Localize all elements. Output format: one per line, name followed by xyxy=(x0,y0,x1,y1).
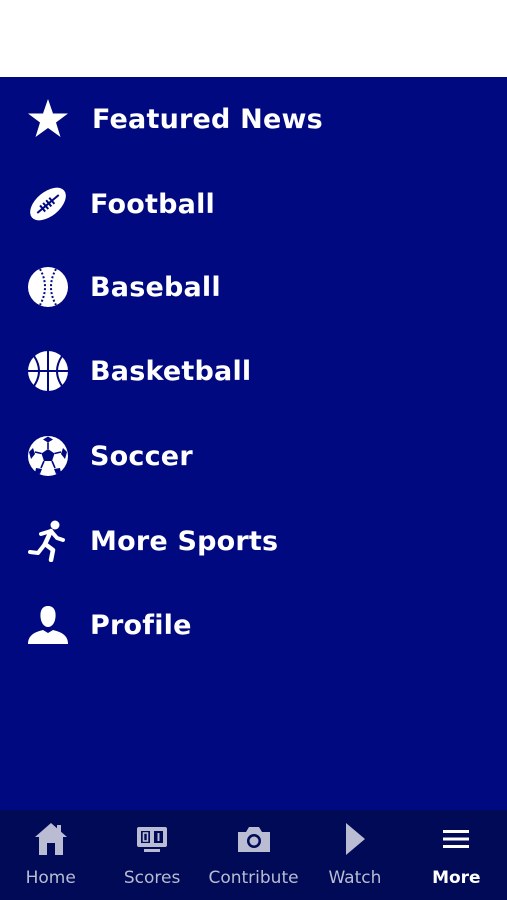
tab-contribute[interactable]: Contribute xyxy=(203,810,304,900)
menu-item-label: Soccer xyxy=(90,440,193,472)
tab-label: Scores xyxy=(123,868,181,888)
hamburger-icon xyxy=(438,822,474,856)
football-icon xyxy=(27,183,69,225)
menu-item-basketball[interactable]: Basketball xyxy=(0,336,507,406)
menu-item-baseball[interactable]: Baseball xyxy=(0,252,507,322)
scoreboard-icon xyxy=(134,822,170,856)
person-icon xyxy=(27,604,69,646)
soccer-ball-icon xyxy=(27,435,69,477)
menu-item-soccer[interactable]: Soccer xyxy=(0,421,507,491)
tab-home[interactable]: Home xyxy=(0,810,101,900)
menu-item-label: Football xyxy=(90,188,216,220)
home-icon xyxy=(33,822,69,856)
menu-item-label: More Sports xyxy=(90,525,279,557)
tab-label: More xyxy=(432,868,481,888)
menu-item-profile[interactable]: Profile xyxy=(0,590,507,660)
menu-item-label: Profile xyxy=(90,609,192,641)
tab-more[interactable]: More xyxy=(406,810,507,900)
tab-scores[interactable]: Scores xyxy=(101,810,202,900)
bottom-tab-bar: Home Scores Contribute Watch More xyxy=(0,810,507,900)
tab-label: Contribute xyxy=(208,868,299,888)
menu-item-label: Basketball xyxy=(90,355,252,387)
menu-item-football[interactable]: Football xyxy=(0,169,507,239)
camera-icon xyxy=(236,822,272,856)
menu-item-label: Baseball xyxy=(90,271,221,303)
star-icon xyxy=(27,98,69,140)
baseball-icon xyxy=(27,266,69,308)
basketball-icon xyxy=(27,350,69,392)
side-menu: Featured News Football Baseball Basketba… xyxy=(0,77,507,810)
tab-watch[interactable]: Watch xyxy=(304,810,405,900)
runner-icon xyxy=(27,520,69,562)
menu-item-more-sports[interactable]: More Sports xyxy=(0,506,507,576)
tab-label: Home xyxy=(25,868,76,888)
tab-label: Watch xyxy=(328,868,382,888)
top-bar xyxy=(0,0,507,77)
menu-item-label: Featured News xyxy=(92,103,323,135)
menu-item-featured-news[interactable]: Featured News xyxy=(0,84,507,154)
play-icon xyxy=(337,822,373,856)
